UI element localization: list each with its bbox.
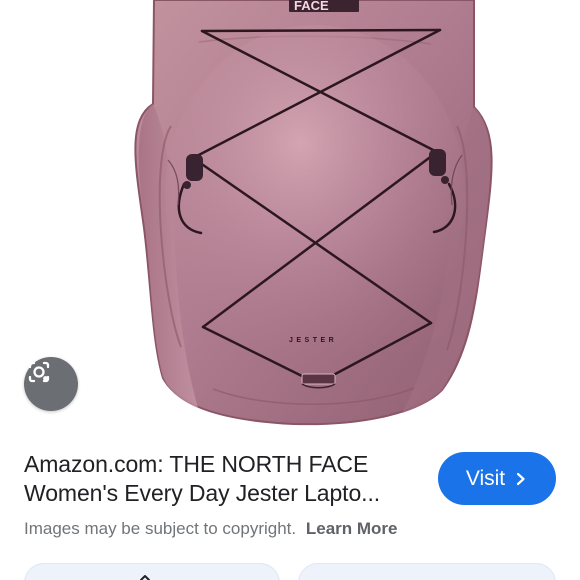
share-icon (140, 575, 150, 580)
result-info: Amazon.com: THE NORTH FACE Women's Every… (24, 450, 424, 508)
backpack-image: FACE JESTER (0, 0, 580, 432)
visit-label: Visit (465, 466, 506, 490)
lens-icon (28, 361, 50, 383)
visit-button[interactable]: Visit (438, 452, 556, 505)
copyright-text: Images may be subject to copyright. (24, 519, 297, 538)
save-chip[interactable] (298, 563, 556, 580)
result-title[interactable]: Amazon.com: THE NORTH FACE Women's Every… (24, 450, 424, 508)
learn-more-link[interactable]: Learn More (306, 519, 398, 538)
lens-button[interactable] (24, 357, 78, 411)
image-result-page: FACE JESTER Amazon.com: THE NORTH FACE W… (0, 0, 580, 580)
chevron-right-icon (517, 472, 525, 486)
brand-mark-text: FACE (294, 0, 329, 13)
copyright-notice: Images may be subject to copyright. Lear… (24, 518, 398, 540)
product-image[interactable]: FACE JESTER (0, 0, 580, 432)
related-search-chip[interactable] (24, 563, 280, 580)
model-mark-text: JESTER (289, 337, 337, 344)
